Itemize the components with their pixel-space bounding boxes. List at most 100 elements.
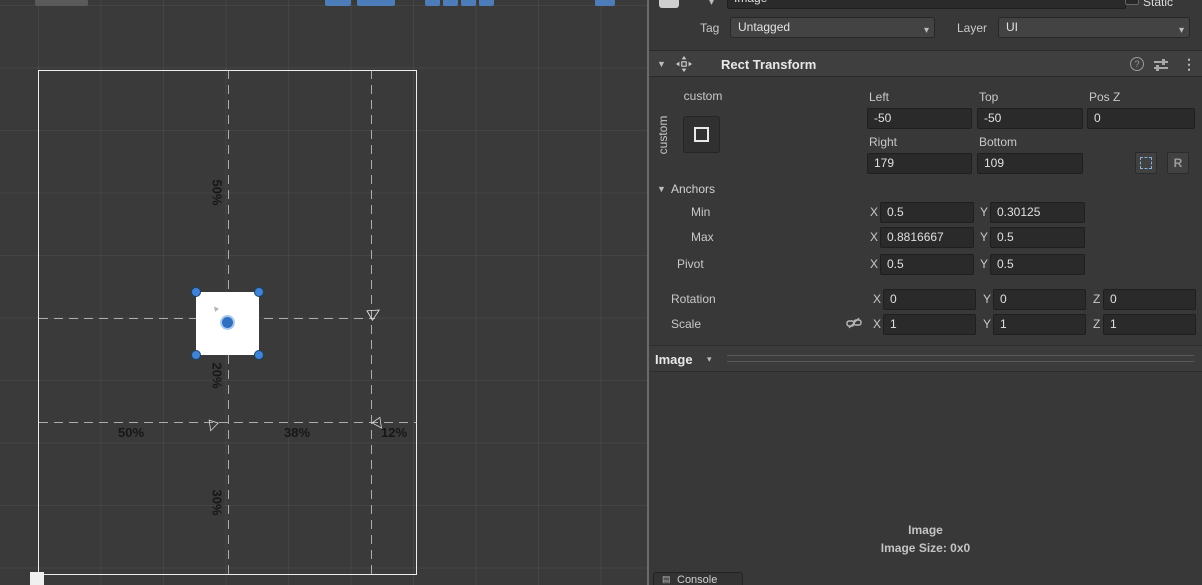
axis-z-label: Z: [1093, 292, 1101, 306]
scale-x-input[interactable]: 1: [883, 314, 976, 335]
layer-value: UI: [1006, 20, 1018, 34]
corner-handle-bottom-left[interactable]: [191, 350, 201, 360]
axis-y-label: Y: [983, 317, 992, 331]
layer-label: Layer: [957, 21, 988, 35]
anchor-preset-button[interactable]: [683, 116, 720, 153]
bottom-input[interactable]: 109: [977, 153, 1083, 174]
blueprint-mode-button[interactable]: [1135, 152, 1157, 174]
axis-x-label: X: [873, 317, 882, 331]
anchor-percent-label: 50%: [209, 179, 225, 206]
right-label: Right: [869, 135, 898, 149]
anchor-percent-label: 30%: [209, 489, 225, 516]
toolbar-button-fragment[interactable]: [35, 0, 88, 6]
anchor-percent-label: 50%: [117, 425, 145, 440]
tag-label: Tag: [700, 21, 720, 35]
axis-x-label: X: [870, 205, 879, 219]
pivot-y-input[interactable]: 0.5: [990, 254, 1085, 275]
toolbar-button-fragment[interactable]: [325, 0, 351, 6]
anchors-min-label: Min: [691, 205, 711, 219]
axis-y-label: Y: [983, 292, 992, 306]
tag-value: Untagged: [738, 20, 791, 34]
anchor-min-y-input[interactable]: 0.30125: [990, 202, 1085, 223]
left-input[interactable]: -50: [867, 108, 972, 129]
chevron-down-icon: ▾: [923, 25, 929, 36]
right-input[interactable]: 179: [867, 153, 972, 174]
inspector-panel: ▾ Image Static Tag Untagged ▾ Layer UI ▾…: [647, 0, 1202, 585]
corner-handle-top-left[interactable]: [191, 287, 201, 297]
anchor-min-x-input[interactable]: 0.5: [880, 202, 974, 223]
anchor-preset-side-label: custom: [656, 115, 670, 155]
raw-edit-mode-button[interactable]: R: [1167, 152, 1189, 174]
pivot-label: Pivot: [677, 257, 704, 271]
axis-y-label: Y: [980, 257, 989, 271]
separator-line: [727, 355, 1194, 356]
rotation-x-input[interactable]: 0: [883, 289, 976, 310]
left-label: Left: [869, 90, 890, 104]
link-scale-icon[interactable]: [846, 316, 862, 335]
anchors-foldout-icon[interactable]: ▼: [657, 184, 666, 194]
scene-gizmo-fragment: [30, 572, 44, 585]
bottom-label: Bottom: [979, 135, 1018, 149]
preview-title: Image: [908, 523, 943, 537]
preview-size-info: Image Size: 0x0: [880, 541, 971, 555]
toolbar-button-fragment[interactable]: [461, 0, 476, 6]
anchor-max-x-input[interactable]: 0.8816667: [880, 227, 974, 248]
rotation-z-input[interactable]: 0: [1103, 289, 1196, 310]
toolbar-button-fragment[interactable]: [443, 0, 458, 6]
axis-y-label: Y: [980, 230, 989, 244]
axis-z-label: Z: [1093, 317, 1101, 331]
console-tab-label: Console: [677, 574, 718, 585]
scene-view[interactable]: 50% 20% 30% 50% 38% 12% ▷ ▽ ▽ ▴: [0, 0, 647, 585]
axis-y-label: Y: [980, 205, 989, 219]
scale-label: Scale: [671, 317, 702, 331]
unity-editor: 50% 20% 30% 50% 38% 12% ▷ ▽ ▽ ▴ ▾ Image …: [0, 0, 1202, 585]
component-title: Rect Transform: [721, 57, 817, 72]
top-input[interactable]: -50: [977, 108, 1083, 129]
static-label: Static: [1143, 0, 1174, 9]
anchor-preset-square-icon: [694, 127, 709, 142]
anchor-percent-label: 38%: [283, 425, 311, 440]
top-label: Top: [979, 90, 999, 104]
help-icon[interactable]: ?: [1130, 57, 1144, 71]
rotation-y-input[interactable]: 0: [993, 289, 1086, 310]
rect-transform-header[interactable]: ▼ Rect Transform ? ⋮: [649, 50, 1202, 77]
presets-icon[interactable]: [1154, 59, 1168, 71]
axis-x-label: X: [870, 230, 879, 244]
chevron-down-icon: ▾: [1178, 25, 1184, 36]
kebab-menu-icon[interactable]: ⋮: [1182, 56, 1196, 73]
static-checkbox[interactable]: [1125, 0, 1139, 5]
rotation-label: Rotation: [671, 292, 716, 306]
axis-x-label: X: [873, 292, 882, 306]
pos-z-label: Pos Z: [1089, 90, 1121, 104]
anchors-title: Anchors: [671, 182, 716, 196]
tag-dropdown[interactable]: Untagged ▾: [730, 17, 935, 38]
gameobject-icon-dropdown-icon[interactable]: ▾: [709, 0, 714, 8]
pivot-x-input[interactable]: 0.5: [880, 254, 974, 275]
scale-y-input[interactable]: 1: [993, 314, 1086, 335]
blueprint-icon: [1140, 157, 1152, 169]
image-component-header[interactable]: Image ▾: [649, 345, 1202, 372]
rect-transform-icon: [675, 55, 693, 78]
toolbar-button-fragment[interactable]: [479, 0, 494, 6]
image-component-dropdown-icon[interactable]: ▾: [707, 354, 712, 365]
pos-z-input[interactable]: 0: [1087, 108, 1195, 129]
anchor-preset-top-label: custom: [683, 89, 723, 103]
toolbar-button-fragment[interactable]: [357, 0, 395, 6]
anchor-max-y-input[interactable]: 0.5: [990, 227, 1085, 248]
corner-handle-bottom-right[interactable]: [254, 350, 264, 360]
toolbar-button-fragment[interactable]: [595, 0, 615, 6]
foldout-arrow-icon[interactable]: ▼: [657, 59, 666, 69]
anchor-guide-horizontal-min: [39, 422, 417, 423]
corner-handle-top-right[interactable]: [254, 287, 264, 297]
gameobject-name-input[interactable]: Image: [727, 0, 1126, 9]
toolbar-button-fragment[interactable]: [425, 0, 440, 6]
layer-dropdown[interactable]: UI ▾: [998, 17, 1190, 38]
image-component-title: Image: [655, 352, 693, 367]
pivot-handle[interactable]: [220, 315, 235, 330]
anchor-percent-label: 20%: [209, 362, 225, 389]
scale-z-input[interactable]: 1: [1103, 314, 1196, 335]
anchor-guide-vertical-max: [371, 70, 372, 575]
anchors-max-label: Max: [691, 230, 714, 244]
axis-x-label: X: [870, 257, 879, 271]
tab-console[interactable]: ▤ Console: [653, 572, 743, 585]
